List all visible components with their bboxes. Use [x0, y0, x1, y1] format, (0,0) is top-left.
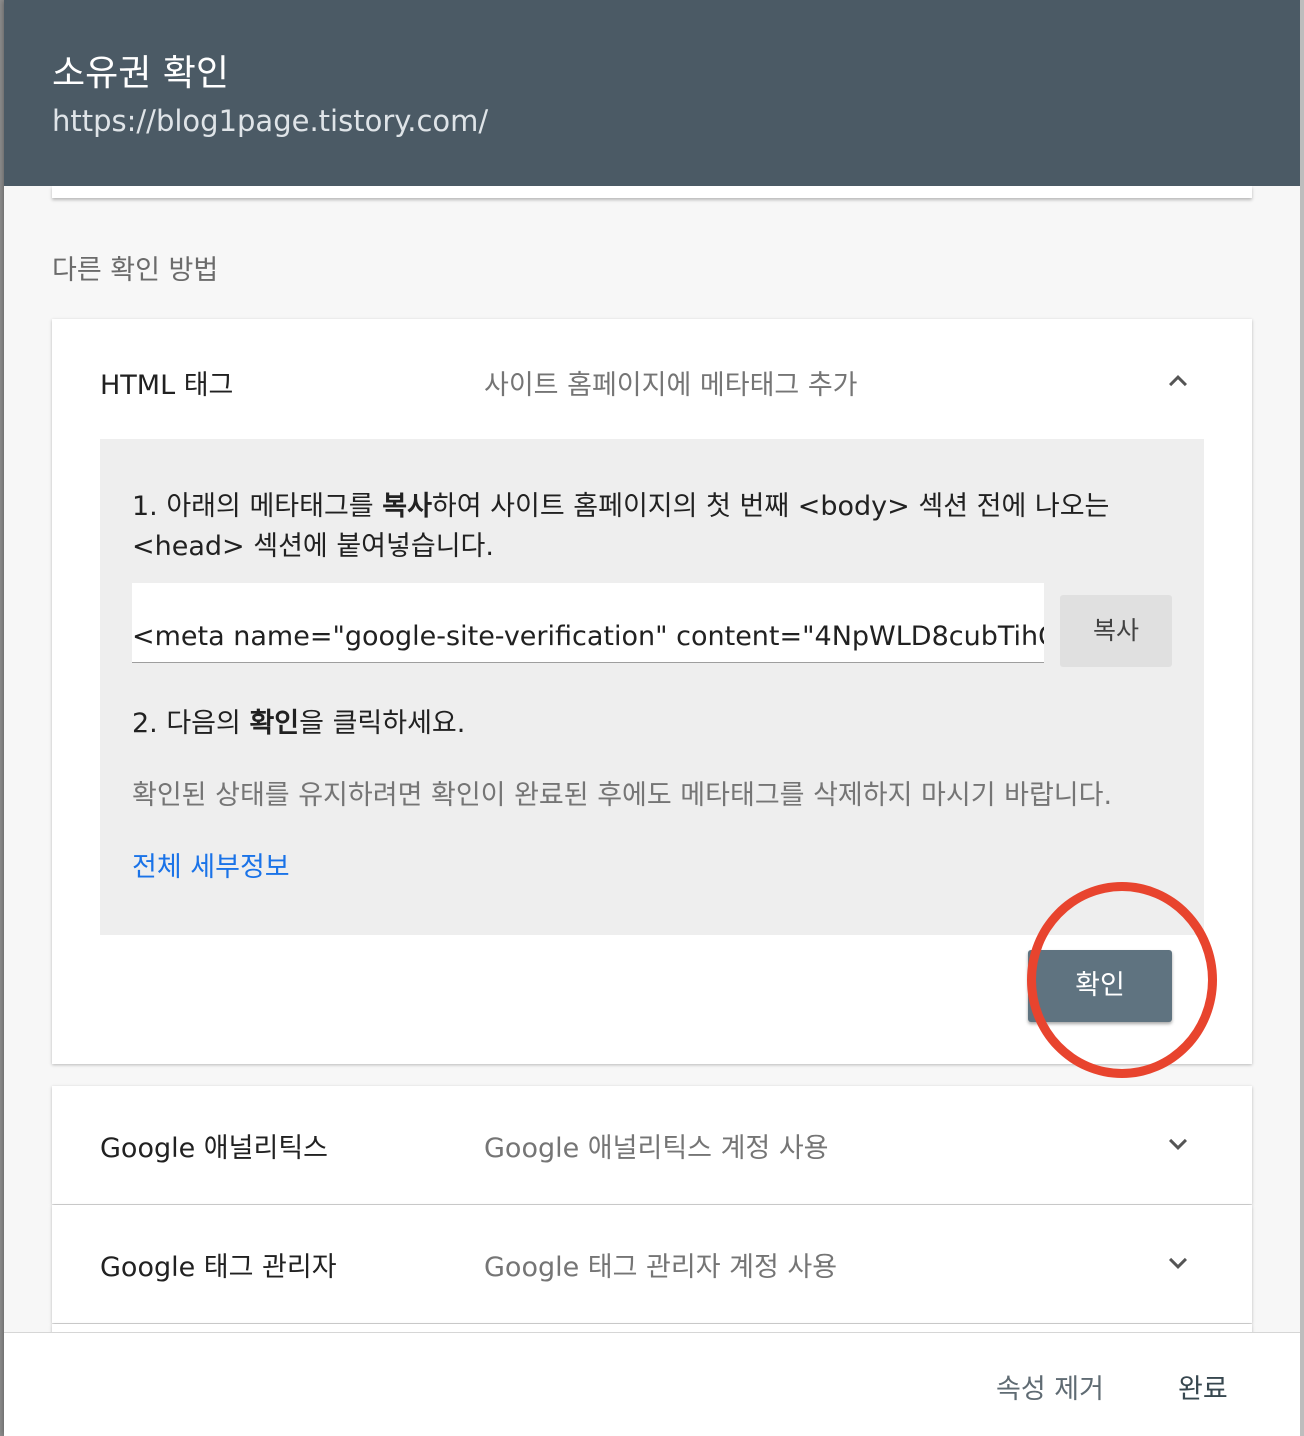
- method-title: Google 태그 관리자: [100, 1252, 337, 1283]
- dialog-footer: 속성 제거 완료: [4, 1332, 1300, 1436]
- step-2-prefix: 2. 다음의: [132, 708, 250, 739]
- previous-method-card: [52, 186, 1252, 198]
- method-title: Google 애널리틱스: [100, 1133, 328, 1164]
- chevron-down-icon[interactable]: [1160, 1126, 1196, 1162]
- instructions-panel: 1. 아래의 메타태그를 복사하여 사이트 홈페이지의 첫 번째 <body> …: [100, 439, 1204, 935]
- step-2-bold: 확인: [249, 708, 300, 739]
- next-method-card[interactable]: [52, 1324, 1252, 1332]
- chevron-down-icon[interactable]: [1160, 1245, 1196, 1281]
- keep-tag-note: 확인된 상태를 유지하려면 확인이 완료된 후에도 메타태그를 삭제하지 마시기…: [132, 780, 1113, 811]
- property-url: https://blog1page.tistory.com/: [52, 104, 489, 138]
- html-tag-method-card: HTML 태그 사이트 홈페이지에 메타태그 추가 1. 아래의 메타태그를 복…: [52, 319, 1252, 1078]
- dialog-content[interactable]: 다른 확인 방법 HTML 태그 사이트 홈페이지에 메타태그 추가 1. 아래…: [4, 186, 1300, 1332]
- method-description: 사이트 홈페이지에 메타태그 추가: [484, 370, 858, 401]
- step-2-text: 2. 다음의 확인을 클릭하세요.: [132, 701, 465, 740]
- background-page-edge: [1300, 0, 1304, 1436]
- verification-dialog: 소유권 확인 https://blog1page.tistory.com/ 다른…: [4, 0, 1300, 1436]
- copy-button[interactable]: 복사: [1060, 595, 1172, 667]
- method-title: HTML 태그: [100, 370, 234, 401]
- dialog-title: 소유권 확인: [52, 53, 230, 94]
- verify-button[interactable]: 확인: [1028, 950, 1172, 1022]
- full-details-link[interactable]: 전체 세부정보: [132, 845, 290, 884]
- remove-property-button[interactable]: 속성 제거: [996, 1367, 1104, 1406]
- chevron-up-icon[interactable]: [1160, 363, 1196, 399]
- google-analytics-method-card[interactable]: Google 애널리틱스 Google 애널리틱스 계정 사용: [52, 1086, 1252, 1204]
- meta-tag-field[interactable]: <meta name="google-site-verification" co…: [132, 583, 1044, 663]
- method-description: Google 태그 관리자 계정 사용: [484, 1252, 838, 1283]
- step-1-text: 1. 아래의 메타태그를 복사하여 사이트 홈페이지의 첫 번째 <body> …: [132, 487, 1152, 567]
- field-underline: [132, 662, 1044, 663]
- step-1-prefix: 1. 아래의 메타태그를: [132, 491, 383, 522]
- other-methods-label: 다른 확인 방법: [52, 255, 219, 286]
- google-tag-manager-method-card[interactable]: Google 태그 관리자 Google 태그 관리자 계정 사용: [52, 1205, 1252, 1323]
- meta-tag-value: <meta name="google-site-verification" co…: [132, 621, 1044, 652]
- done-button[interactable]: 완료: [1178, 1367, 1228, 1406]
- dialog-header: 소유권 확인 https://blog1page.tistory.com/: [4, 0, 1300, 186]
- step-1-bold: 복사: [382, 491, 432, 522]
- method-description: Google 애널리틱스 계정 사용: [484, 1133, 829, 1164]
- step-2-suffix: 을 클릭하세요.: [299, 708, 466, 739]
